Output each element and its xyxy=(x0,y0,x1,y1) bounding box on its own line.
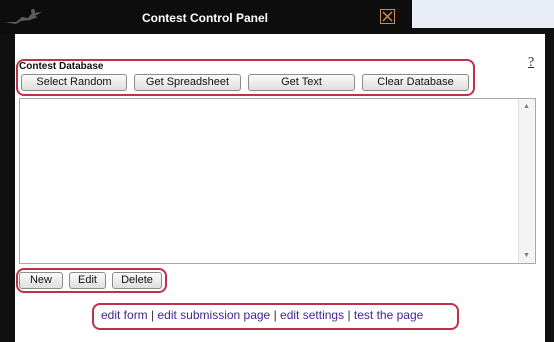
edit-form-link[interactable]: edit form xyxy=(101,308,148,322)
app-logo-icon xyxy=(4,9,42,24)
edit-settings-link[interactable]: edit settings xyxy=(280,308,344,322)
close-button[interactable] xyxy=(380,9,395,24)
scroll-up-arrow-icon[interactable]: ▲ xyxy=(523,103,530,110)
select-random-button[interactable]: Select Random xyxy=(21,74,127,91)
test-the-page-link[interactable]: test the page xyxy=(354,308,423,322)
help-link[interactable]: ? xyxy=(528,55,534,71)
edit-button[interactable]: Edit xyxy=(69,272,106,289)
get-text-button[interactable]: Get Text xyxy=(248,74,355,91)
database-group-label: Contest Database xyxy=(19,61,104,72)
clear-database-button[interactable]: Clear Database xyxy=(362,74,469,91)
get-spreadsheet-button[interactable]: Get Spreadsheet xyxy=(134,74,241,91)
link-separator: | xyxy=(151,308,155,322)
delete-button[interactable]: Delete xyxy=(112,272,162,289)
dialog-titlebar: Contest Control Panel xyxy=(0,0,412,34)
close-icon xyxy=(382,11,393,22)
textarea-scrollbar[interactable]: ▲ ▼ xyxy=(518,99,535,263)
dialog-title: Contest Control Panel xyxy=(141,11,268,25)
link-separator: | xyxy=(347,308,351,322)
background-area xyxy=(400,0,554,28)
entries-textarea[interactable]: ▲ ▼ xyxy=(19,98,536,264)
footer-links: edit form | edit submission page | edit … xyxy=(101,308,423,322)
scroll-down-arrow-icon[interactable]: ▼ xyxy=(523,252,530,259)
edit-submission-page-link[interactable]: edit submission page xyxy=(158,308,271,322)
link-separator: | xyxy=(273,308,277,322)
new-button[interactable]: New xyxy=(19,272,63,289)
